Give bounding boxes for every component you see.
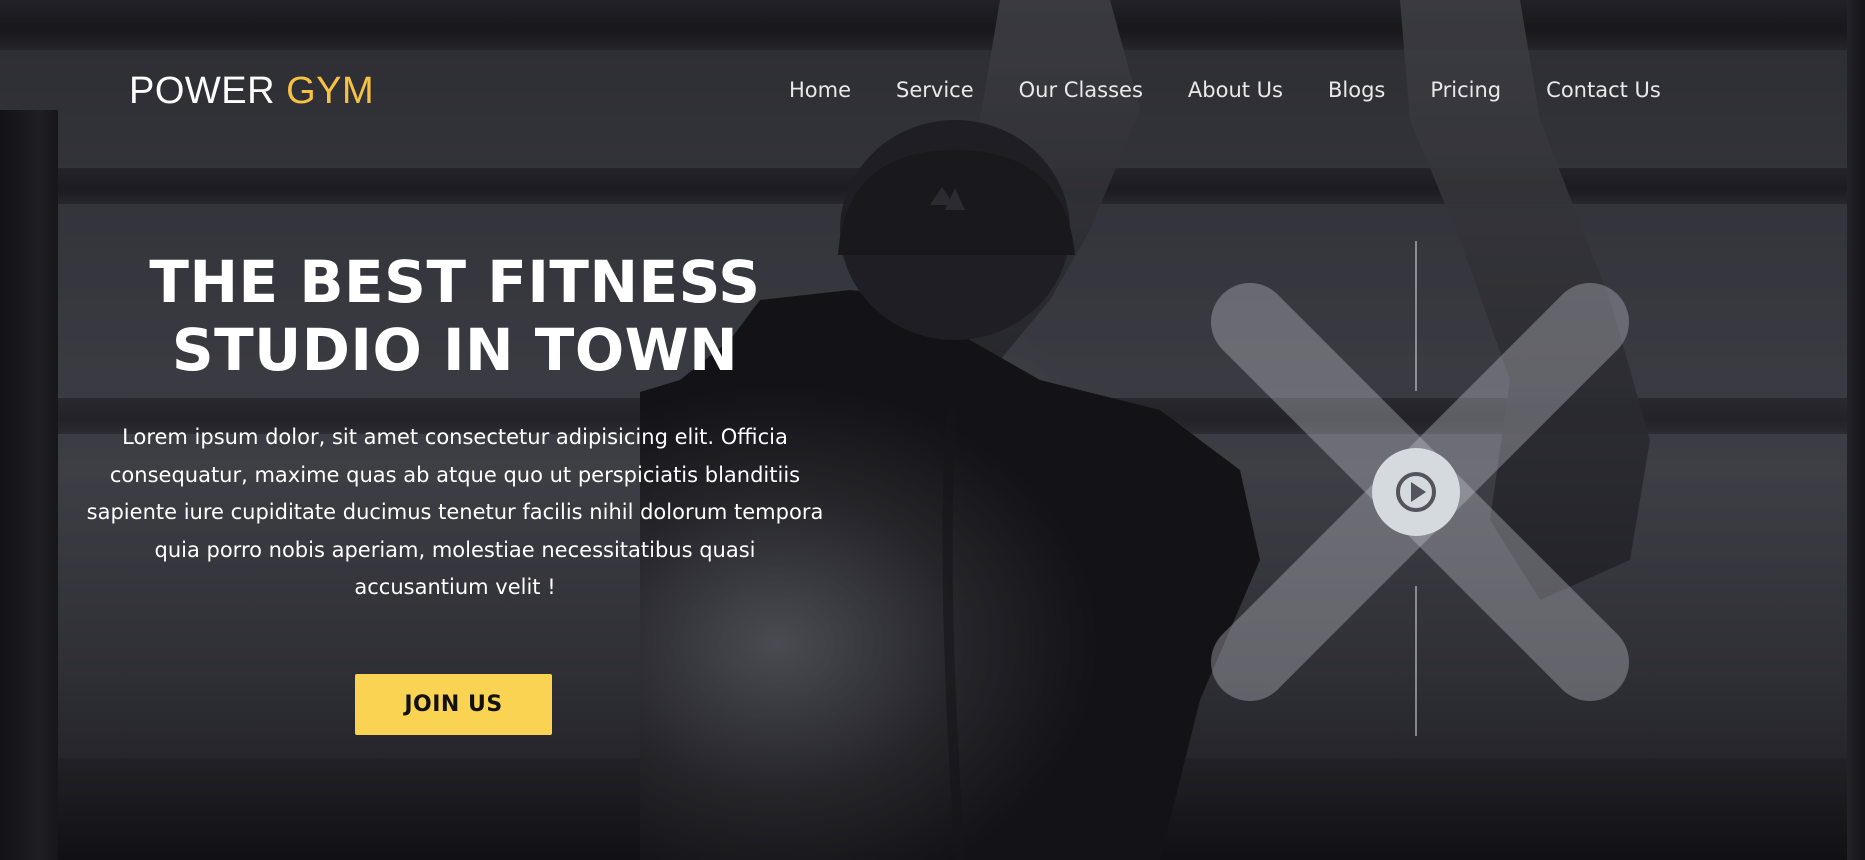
nav-item-pricing[interactable]: Pricing: [1430, 78, 1501, 102]
hero-headline-line2: STUDIO IN TOWN: [171, 316, 739, 384]
play-icon: [1396, 472, 1436, 512]
brand-logo[interactable]: POWER GYM: [129, 70, 374, 113]
hero-headline: THE BEST FITNESS STUDIO IN TOWN: [80, 248, 830, 384]
nav-item-home[interactable]: Home: [789, 78, 851, 102]
nav-item-service[interactable]: Service: [896, 78, 974, 102]
nav-menu: Home Service Our Classes About Us Blogs …: [789, 78, 1661, 102]
brand-word-power: POWER: [129, 70, 276, 112]
hero-description: Lorem ipsum dolor, sit amet consectetur …: [86, 425, 824, 599]
video-play-button[interactable]: [1372, 448, 1460, 536]
nav-item-about-us[interactable]: About Us: [1188, 78, 1283, 102]
nav-item-contact-us[interactable]: Contact Us: [1546, 78, 1661, 102]
brand-word-gym: GYM: [286, 70, 375, 112]
hero-headline-line1: THE BEST FITNESS: [149, 248, 761, 316]
top-navbar: POWER GYM Home Service Our Classes About…: [0, 0, 1865, 186]
join-us-button[interactable]: JOIN US: [355, 674, 552, 735]
nav-item-our-classes[interactable]: Our Classes: [1019, 78, 1143, 102]
hero-section: POWER GYM Home Service Our Classes About…: [0, 0, 1865, 860]
nav-item-blogs[interactable]: Blogs: [1328, 78, 1385, 102]
